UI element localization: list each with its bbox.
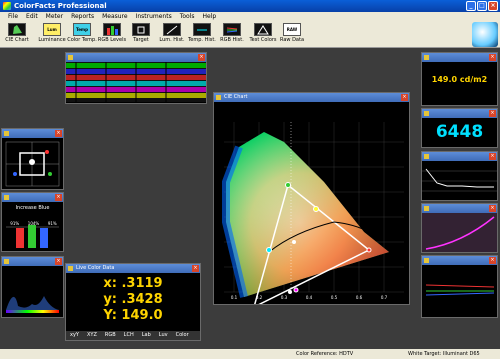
x-value: x: .3119 (103, 276, 163, 291)
temp-hist-icon (193, 23, 211, 36)
lum-history-graph (422, 213, 497, 252)
menu-tools[interactable]: Tools (176, 12, 199, 21)
white-target-status: White Target: Illuminant D65 (408, 351, 480, 357)
menu-file[interactable]: File (4, 12, 22, 21)
menu-reports[interactable]: Reports (67, 12, 98, 21)
rgb-levels-button[interactable]: RGB Levels (97, 23, 127, 47)
luminance-Y-value: Y: 149.0 (103, 308, 163, 323)
live-color-data-title: Live Color Data (76, 265, 115, 271)
status-bar: Color Reference: HDTV White Target: Illu… (0, 349, 500, 359)
raw-data-icon: RAW (283, 23, 301, 36)
lum-hist-button[interactable]: Lum. Hist. (157, 23, 187, 47)
target-display (5, 141, 60, 187)
cie-chart-window: CIE Chart × 0.1 0.2 0.3 0.4 0.5 0.6 0.7 (213, 92, 410, 309)
tick-0.5: 0.5 (331, 295, 338, 300)
close-icon[interactable]: × (55, 194, 62, 201)
green-level-value: 104% (27, 221, 40, 226)
close-icon[interactable]: × (401, 94, 408, 101)
color-temp-value: 6448 (435, 122, 484, 142)
rgb-history-window: × (421, 255, 498, 318)
close-icon[interactable]: × (489, 153, 496, 160)
temp-hist-button[interactable]: Temp. Hist. (187, 23, 217, 47)
menu-bar: File Edit Meter Reports Measure Instrume… (0, 12, 500, 21)
close-icon[interactable]: × (489, 205, 496, 212)
color-temp-icon: Temp (73, 23, 91, 36)
close-icon[interactable]: × (55, 130, 62, 137)
close-icon[interactable]: × (489, 110, 496, 117)
close-button[interactable]: × (488, 1, 498, 11)
tick-0.1: 0.1 (231, 295, 238, 300)
tab-XYZ[interactable]: XYZ (83, 331, 101, 340)
close-icon[interactable]: × (55, 258, 62, 265)
menu-measure[interactable]: Measure (98, 12, 132, 21)
tab-Luv[interactable]: Luv (155, 331, 172, 340)
target-window: × (1, 128, 64, 190)
luminance-value: 149.0 cd/m2 (431, 75, 488, 84)
tick-0.4: 0.4 (306, 295, 313, 300)
spectrum-graph (6, 296, 59, 313)
app-title: ColorFacts Professional (14, 2, 107, 10)
test-colors-button[interactable]: Test Colors (248, 23, 278, 47)
tab-Lab[interactable]: Lab (138, 331, 155, 340)
luminance-button[interactable]: Lum Luminance (37, 23, 67, 47)
temp-history-window: × (421, 151, 498, 201)
tick-0.6: 0.6 (356, 295, 363, 300)
y-value: y: .3428 (103, 292, 163, 307)
lum-hist-icon (163, 23, 181, 36)
target-button[interactable]: Target (129, 23, 153, 47)
luminance-window: × 149.0 cd/m2 (421, 52, 498, 106)
rgb-levels-bars (6, 225, 59, 248)
menu-help[interactable]: Help (199, 12, 221, 21)
raw-data-button[interactable]: RAW Raw Data (278, 23, 306, 47)
tab-RGB[interactable]: RGB (101, 331, 120, 340)
target-icon (132, 23, 150, 36)
close-icon[interactable]: × (192, 265, 199, 272)
color-temp-button[interactable]: Temp Color Temp. (67, 23, 97, 47)
tab-Color[interactable]: Color (172, 331, 193, 340)
close-icon[interactable]: × (198, 54, 205, 61)
close-icon[interactable]: × (489, 54, 496, 61)
lum-history-window: × (421, 203, 498, 253)
raw-data-grid (66, 62, 206, 102)
red-level-value: 91% (10, 221, 20, 226)
tick-0.2: 0.2 (256, 295, 263, 300)
color-reference-status: Color Reference: HDTV (296, 351, 354, 357)
cie-chart: 0.1 0.2 0.3 0.4 0.5 0.6 0.7 (222, 122, 404, 309)
raw-data-window: × (65, 52, 207, 104)
rgb-levels-window: × Increase Blue 91% 104% 91% (1, 192, 64, 252)
cie-chart-icon (8, 23, 26, 36)
test-colors-icon (254, 23, 272, 36)
rgb-hist-button[interactable]: RGB Hist. (217, 23, 247, 47)
blue-level-value: 91% (47, 221, 57, 226)
spectrum-window: × (1, 256, 64, 318)
rgb-levels-icon (103, 23, 121, 36)
tab-LCH[interactable]: LCH (120, 331, 138, 340)
minimize-button[interactable]: _ (466, 1, 476, 11)
tick-0.7: 0.7 (381, 295, 388, 300)
app-icon (3, 2, 11, 10)
rgb-history-graph (425, 284, 495, 296)
cie-chart-button[interactable]: CIE Chart (2, 23, 32, 47)
menu-edit[interactable]: Edit (22, 12, 42, 21)
cie-chart-title: CIE Chart (224, 94, 248, 100)
menu-instruments[interactable]: Instruments (132, 12, 176, 21)
live-color-data-window: Live Color Data × x: .3119 y: .3428 Y: 14… (65, 263, 201, 341)
tick-0.3: 0.3 (281, 295, 288, 300)
colorfacts-logo-icon (472, 22, 498, 47)
app-title-bar: ColorFacts Professional _ □ × (0, 0, 500, 12)
close-icon[interactable]: × (489, 257, 496, 264)
menu-meter[interactable]: Meter (42, 12, 67, 21)
temp-history-graph (422, 168, 497, 192)
luminance-icon: Lum (43, 23, 61, 36)
maximize-button[interactable]: □ (477, 1, 487, 11)
rgb-hist-icon (223, 23, 241, 36)
tab-xyY[interactable]: xyY (66, 331, 83, 340)
color-temp-window: × 6448 (421, 108, 498, 148)
toolbar: CIE Chart Lum Luminance Temp Color Temp. R… (0, 21, 500, 48)
